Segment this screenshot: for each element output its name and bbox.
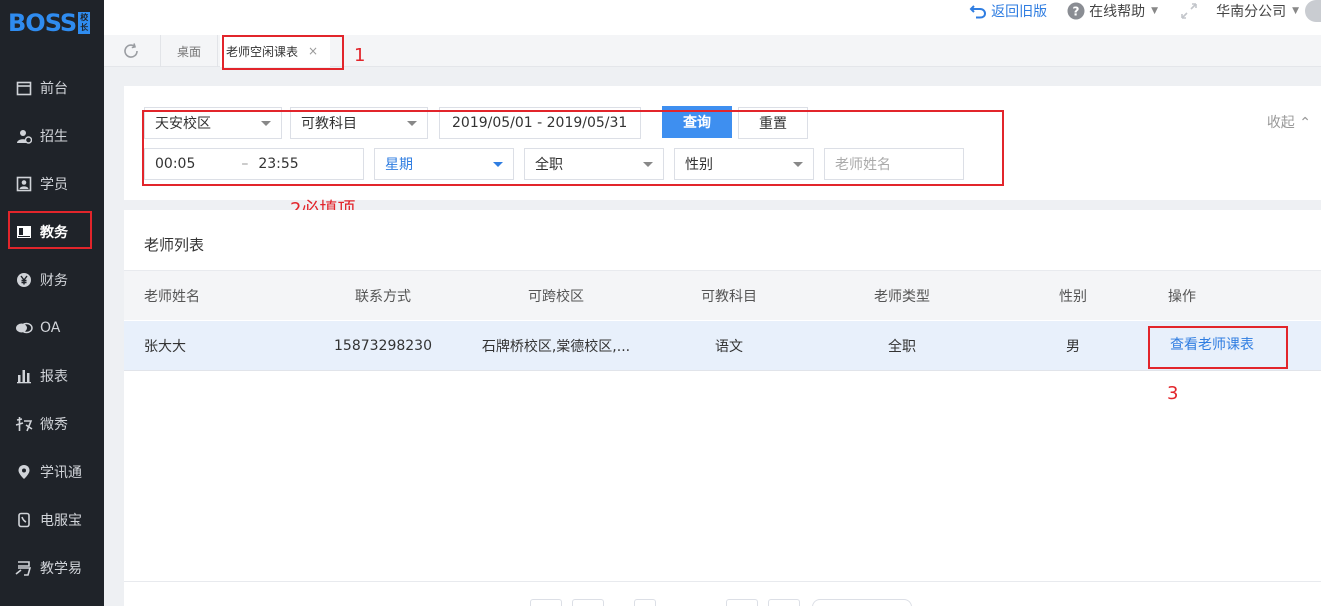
pagination-last-button[interactable] [768,599,800,606]
pagination-page-button[interactable] [634,599,656,606]
tab-desktop-label: 桌面 [176,44,201,59]
company-label: 华南分公司 [1216,4,1287,20]
sidebar-item-label: 教学易 [40,561,82,577]
calendar-icon [15,79,33,97]
column-header: 可跨校区 [528,289,584,305]
table-row[interactable]: 张大大 15873298230 石牌桥校区,棠德校区,... 语文 全职 男 查… [124,321,1321,371]
gender-cell: 男 [1066,339,1080,355]
teacher-name-cell: 张大大 [144,339,186,355]
fullscreen-icon[interactable] [1180,2,1198,20]
logo-badge-bottom: 长 [80,22,89,32]
yen-icon [15,271,33,289]
sidebar-item-label: 电服宝 [40,513,82,529]
phone-cell: 15873298230 [334,338,432,354]
sidebar-item-reports[interactable]: 报表 [0,352,104,400]
user-add-icon [15,127,33,145]
teacher-type-cell: 全职 [888,339,916,355]
column-header: 可教科目 [701,289,757,305]
sidebar-item-label: 招生 [40,129,68,145]
subject-cell: 语文 [715,339,743,355]
chat-icon [15,319,33,337]
refresh-icon[interactable] [122,42,140,60]
xiu-icon [15,415,33,433]
collapse-toggle[interactable]: 收起 ⌃ [1267,112,1311,132]
teach-icon [15,559,33,577]
logo-badge-top: 校 [80,12,89,22]
annotation-box-action [1148,326,1288,369]
sidebar-item-xuexuntong[interactable]: 学讯通 [0,448,104,496]
sidebar-item-jiaoxueyi[interactable]: 教学易 [0,544,104,592]
sidebar-item-students[interactable]: 学员 [0,160,104,208]
teacher-list-title: 老师列表 [144,236,205,254]
online-help-menu[interactable]: ? 在线帮助 ▼ [1067,1,1158,21]
top-bar: 返回旧版 ? 在线帮助 ▼ 华南分公司 ▼ [104,0,1321,35]
sidebar-item-oa[interactable]: OA [0,304,104,352]
sidebar-item-label: OA [40,320,61,336]
location-icon [15,463,33,481]
column-header: 老师类型 [874,289,930,305]
student-card-icon [15,175,33,193]
chevron-down-icon: ▼ [1151,6,1159,16]
sidebar-item-finance[interactable]: 财务 [0,256,104,304]
online-help-label: 在线帮助 [1089,4,1146,20]
logo-badge: 校 长 [78,11,91,34]
sidebar-item-label: 财务 [40,273,68,289]
top-right-actions: 返回旧版 ? 在线帮助 ▼ 华南分公司 ▼ [969,0,1321,22]
divider [124,581,1321,582]
annotation-label-1: 1 [354,45,366,66]
sidebar-item-label: 学员 [40,177,68,193]
undo-icon [969,3,987,19]
back-to-old-version-link[interactable]: 返回旧版 [969,1,1047,21]
sidebar-item-label: 前台 [40,81,68,97]
tab-desktop[interactable]: 桌面 [160,35,218,67]
annotation-box-tab [222,35,344,70]
sidebar-nav: 前台 招生 学员 教务 财务 OA 报表 微秀 学讯通 电服宝 教学易 [0,64,104,592]
chevron-down-icon: ▼ [1292,6,1299,16]
company-switcher[interactable]: 华南分公司 ▼ [1216,1,1299,21]
annotation-label-3: 3 [1167,383,1179,404]
column-header: 操作 [1168,289,1196,305]
pagination-next-button[interactable] [726,599,758,606]
sidebar-item-dianfubao[interactable]: 电服宝 [0,496,104,544]
logo-text: BOSS [8,8,77,37]
campuses-cell: 石牌桥校区,棠德校区,... [481,339,631,355]
phone-icon [15,511,33,529]
logo[interactable]: BOSS 校 长 [0,0,104,45]
sidebar-item-label: 学讯通 [40,465,82,481]
column-header: 联系方式 [355,289,411,305]
column-header: 老师姓名 [144,289,200,305]
avatar[interactable] [1305,0,1321,22]
sidebar-item-label: 微秀 [40,417,68,433]
sidebar-item-weixiu[interactable]: 微秀 [0,400,104,448]
sidebar: BOSS 校 长 前台 招生 学员 教务 财务 OA 报表 微秀 学讯通 电服宝… [0,0,104,606]
annotation-box-filters [142,110,1004,186]
table-header: 老师姓名 联系方式 可跨校区 可教科目 老师类型 性别 操作 [124,270,1321,320]
bar-chart-icon [15,367,33,385]
annotation-box-sidebar [8,211,92,249]
sidebar-item-enrollment[interactable]: 招生 [0,112,104,160]
teacher-list-panel: 老师列表 老师姓名 联系方式 可跨校区 可教科目 老师类型 性别 操作 张大大 … [124,210,1321,606]
help-icon: ? [1067,2,1085,20]
svg-text:?: ? [1073,5,1080,19]
back-to-old-version-label: 返回旧版 [991,4,1048,20]
page-size-select[interactable] [812,599,912,606]
sidebar-item-label: 报表 [40,369,68,385]
column-header: 性别 [1059,289,1087,305]
pagination-prev-button[interactable] [530,599,562,606]
sidebar-item-reception[interactable]: 前台 [0,64,104,112]
pagination-page-button[interactable] [572,599,604,606]
